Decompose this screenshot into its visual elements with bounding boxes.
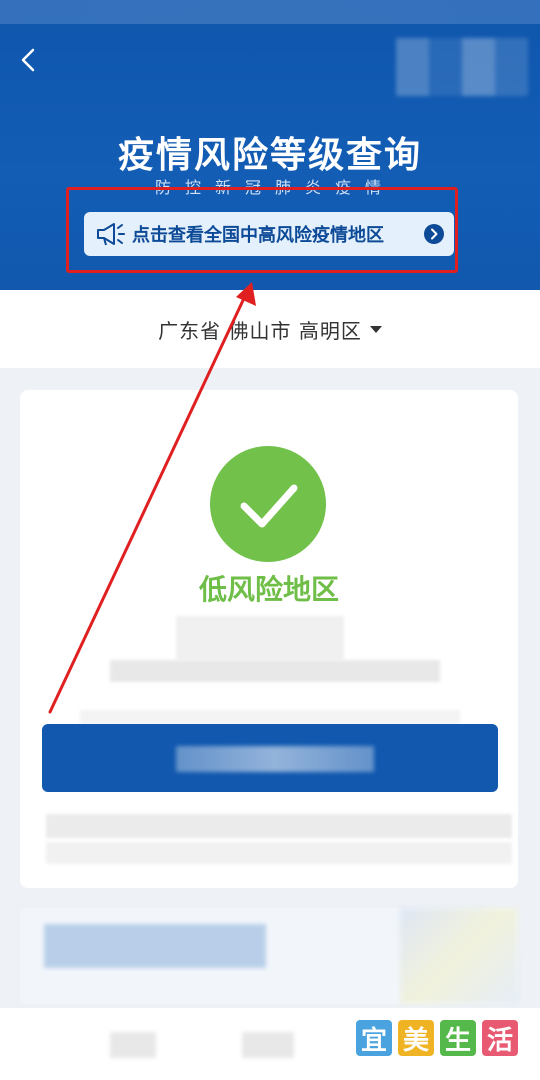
location-label: 广东省 佛山市 高明区	[158, 318, 362, 343]
redacted-text	[110, 660, 440, 682]
redacted-text	[44, 924, 266, 968]
risk-level-label: 低风险地区	[198, 573, 339, 606]
redacted-text	[46, 842, 512, 864]
location-selector[interactable]: 广东省 佛山市 高明区	[0, 290, 540, 368]
check-circle-icon	[210, 446, 326, 562]
page-title: 疫情风险等级查询	[117, 135, 422, 176]
redacted-text	[110, 1032, 156, 1058]
info-card[interactable]	[20, 908, 518, 1004]
watermark-char: 生	[438, 1018, 478, 1058]
watermark-logo: 宜 美 生 活	[354, 1018, 520, 1058]
watermark-char: 宜	[354, 1018, 394, 1058]
caret-down-icon	[369, 325, 382, 333]
watermark-char: 美	[396, 1018, 436, 1058]
back-icon[interactable]	[18, 46, 40, 74]
redacted-text	[176, 616, 344, 660]
redacted-button-label	[176, 746, 374, 772]
redacted-text	[80, 710, 460, 724]
annotation-highlight-box	[66, 187, 458, 273]
result-card: 低风险地区	[20, 390, 518, 888]
primary-action-button[interactable]	[42, 724, 498, 792]
redacted-area	[396, 38, 528, 96]
redacted-image	[400, 908, 518, 1004]
status-bar-blurred	[0, 0, 540, 24]
watermark-char: 活	[480, 1018, 520, 1058]
redacted-text	[46, 814, 512, 838]
redacted-text	[242, 1032, 294, 1058]
